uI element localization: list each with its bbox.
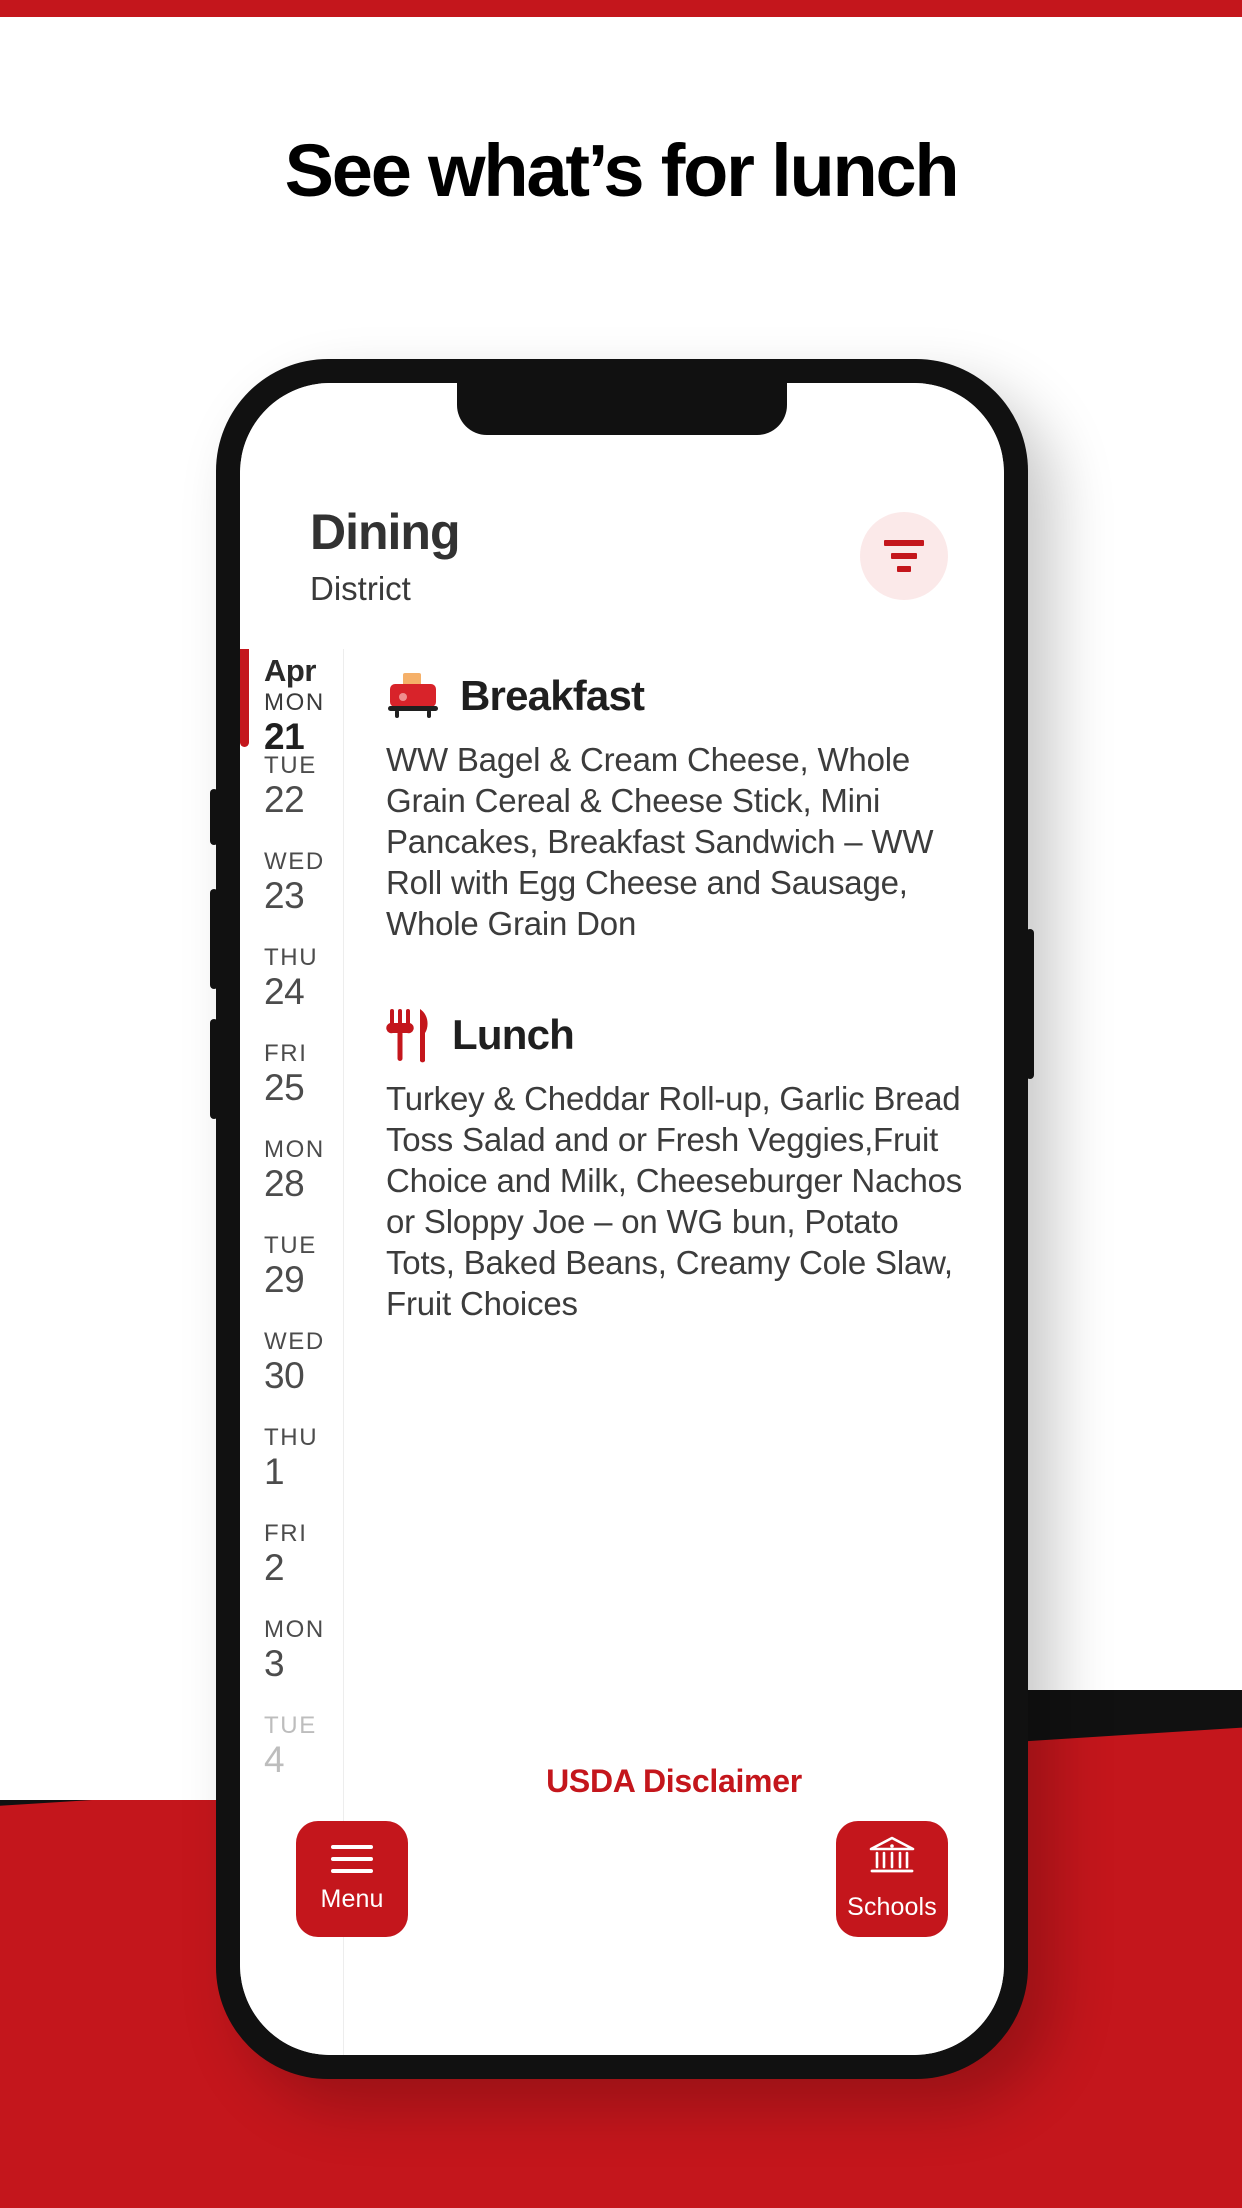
phone-mute-switch: [210, 789, 218, 845]
meal-breakfast-header: Breakfast: [386, 667, 968, 725]
date-item[interactable]: TUE 22: [240, 745, 343, 841]
date-weekday: MON: [264, 1616, 325, 1643]
date-item[interactable]: THU 24: [240, 937, 343, 1033]
date-item[interactable]: FRI 25: [240, 1033, 343, 1129]
fork-knife-icon: [386, 1007, 432, 1063]
menu-button[interactable]: Menu: [296, 1821, 408, 1937]
date-weekday: TUE: [264, 1232, 317, 1259]
phone-notch: [457, 383, 787, 435]
filter-button[interactable]: [860, 512, 948, 600]
phone-volume-down-button: [210, 1019, 218, 1119]
date-weekday: FRI: [264, 1040, 308, 1067]
phone-power-button: [1026, 929, 1034, 1079]
meal-lunch-title: Lunch: [452, 1011, 575, 1058]
date-day-number: 1: [264, 1451, 285, 1492]
date-day-number: 29: [264, 1259, 305, 1300]
date-weekday: TUE: [264, 752, 317, 779]
app-subtitle: District: [310, 570, 411, 607]
date-item[interactable]: THU 1: [240, 1417, 343, 1513]
date-item[interactable]: WED 23: [240, 841, 343, 937]
usda-disclaimer-link[interactable]: USDA Disclaimer: [344, 1763, 1004, 1800]
date-day-number: 24: [264, 971, 305, 1012]
meal-breakfast: Breakfast WW Bagel & Cream Cheese, Whole…: [386, 667, 968, 944]
date-item[interactable]: WED 30: [240, 1321, 343, 1417]
date-item[interactable]: TUE 29: [240, 1225, 343, 1321]
date-day-number: 4: [264, 1739, 285, 1780]
toaster-icon: [386, 672, 440, 720]
date-weekday: WED: [264, 1328, 325, 1355]
white-wedge: [0, 1690, 250, 1800]
date-day-number: 2: [264, 1547, 285, 1588]
page-headline: See what’s for lunch: [284, 129, 960, 212]
page-root: See what’s for lunch Dining District Apr…: [0, 0, 1242, 2208]
date-weekday: TUE: [264, 1712, 317, 1739]
meal-breakfast-items: WW Bagel & Cream Cheese, Whole Grain Cer…: [386, 741, 934, 942]
phone-screen: Dining District Apr MON 21 TUE 22 WED 23 THU 24 F…: [240, 383, 1004, 2055]
date-month: Apr: [264, 653, 316, 688]
date-selected-indicator: [240, 649, 249, 747]
date-item[interactable]: MON 3: [240, 1609, 343, 1705]
date-day-number: 25: [264, 1067, 305, 1108]
date-day-number: 23: [264, 875, 305, 916]
date-item[interactable]: FRI 2: [240, 1513, 343, 1609]
date-weekday: FRI: [264, 1520, 308, 1547]
app-header: Dining District: [240, 498, 1004, 648]
schools-button-label: Schools: [847, 1893, 937, 1921]
date-day-number: 30: [264, 1355, 305, 1396]
menu-button-label: Menu: [320, 1884, 384, 1913]
meal-lunch: Lunch Turkey & Cheddar Roll-up, Garlic B…: [386, 1006, 968, 1324]
date-day-number: 22: [264, 779, 305, 820]
filter-icon: [884, 540, 924, 572]
schools-button[interactable]: Schools: [836, 1821, 948, 1937]
date-item[interactable]: MON 28: [240, 1129, 343, 1225]
meal-breakfast-title: Breakfast: [460, 672, 645, 719]
dining-app: Dining District Apr MON 21 TUE 22 WED 23 THU 24 F…: [240, 383, 1004, 2055]
phone-volume-up-button: [210, 889, 218, 989]
phone-mockup: Dining District Apr MON 21 TUE 22 WED 23 THU 24 F…: [210, 359, 1034, 2079]
date-weekday: THU: [264, 1424, 319, 1451]
date-weekday: MON: [264, 1136, 325, 1163]
date-item[interactable]: TUE 4: [240, 1705, 343, 1801]
meal-lunch-items: Turkey & Cheddar Roll-up, Garlic Bread T…: [386, 1080, 963, 1322]
date-weekday: MON: [264, 688, 325, 716]
date-weekday: THU: [264, 944, 319, 971]
school-building-icon: [868, 1836, 916, 1881]
date-day-number: 3: [264, 1643, 285, 1684]
meal-lunch-header: Lunch: [386, 1006, 968, 1064]
date-day-number: 28: [264, 1163, 305, 1204]
date-item[interactable]: Apr MON 21: [240, 649, 343, 755]
date-weekday: WED: [264, 848, 325, 875]
top-red-strip: [0, 0, 1242, 17]
hamburger-icon: [331, 1844, 373, 1873]
app-title: Dining: [310, 504, 461, 560]
